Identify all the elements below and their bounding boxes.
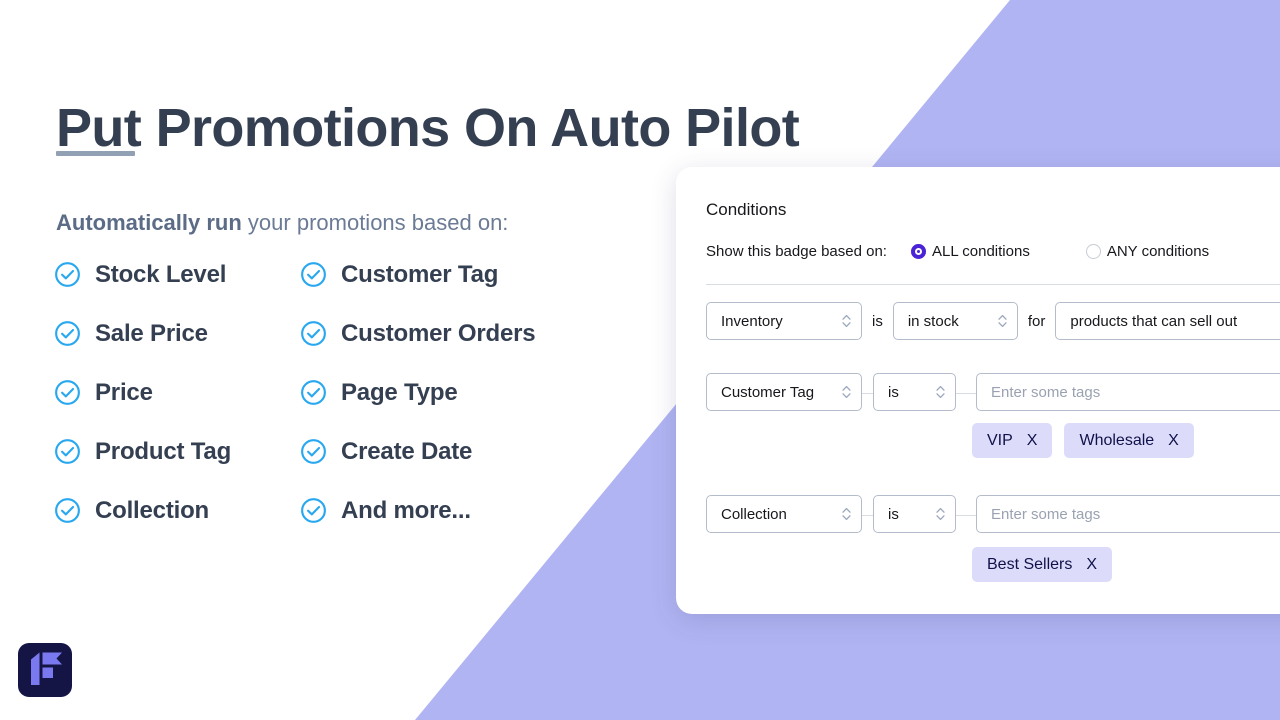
feature-item-customer-orders: Customer Orders [300,314,536,353]
app-logo-icon [18,643,72,697]
chevron-updown-icon [998,314,1007,328]
condition-subject-value-1: Inventory [721,312,783,330]
check-circle-icon [301,439,326,464]
feature-item-collection: Collection [54,491,300,530]
condition-tags-input-3[interactable]: Enter some tags [976,495,1280,533]
chevron-updown-icon [936,385,945,399]
condition-scope-value-1: products that can sell out [1070,312,1238,330]
badge-basis-label: Show this badge based on: [706,243,887,260]
feature-item-customer-tag: Customer Tag [300,255,535,294]
feature-list: Stock Level Customer Tag Sale Price Cust… [54,255,536,530]
condition-tags-placeholder-2: Enter some tags [991,383,1101,401]
subtitle-rest: your promotions based on: [241,210,509,235]
card-divider [706,284,1280,285]
condition-subject-value-3: Collection [721,505,787,523]
tag-chip-best-sellers[interactable]: Best Sellers X [972,547,1113,582]
tag-chip-label: Wholesale [1079,431,1155,449]
tag-chip-vip[interactable]: VIP X [972,423,1053,458]
check-circle-icon [55,380,80,405]
condition-operator-value-3: is [888,505,899,523]
condition-subject-value-2: Customer Tag [721,383,815,401]
feature-item-price: Price [54,373,300,412]
feature-item-stock-level: Stock Level [54,255,300,294]
condition-row-inventory: Inventory is in stock for products that … [706,302,1280,340]
card-title: Conditions [706,200,787,219]
subtitle-strong: Automatically run [56,210,242,235]
feature-label: Stock Level [95,260,227,288]
condition-tags-placeholder-3: Enter some tags [991,505,1101,523]
tag-remove-icon[interactable]: X [1086,556,1097,574]
feature-label: Customer Orders [341,319,536,347]
page-title: Put Promotions On Auto Pilot [56,98,800,159]
feature-label: Page Type [341,378,458,406]
chevron-updown-icon [842,385,851,399]
check-circle-icon [55,262,80,287]
condition-subject-select-1[interactable]: Inventory [706,302,862,340]
check-circle-icon [301,321,326,346]
condition-scope-field-1[interactable]: products that can sell out [1055,302,1280,340]
radio-button-all-conditions[interactable] [910,244,926,259]
check-circle-icon [55,439,80,464]
feature-item-product-tag: Product Tag [54,432,300,471]
chevron-updown-icon [842,314,851,328]
check-circle-icon [301,380,326,405]
condition-row-collection: Collection is Enter some tags [706,495,1280,533]
condition-row-customer-tag: Customer Tag is Enter some tags [706,373,1280,411]
condition-operator-value-2: is [888,383,899,401]
condition-operator-label-1: is [872,312,883,330]
check-circle-icon [301,262,326,287]
feature-label: Collection [95,496,210,524]
chevron-updown-icon [936,507,945,521]
feature-label: Product Tag [95,437,232,465]
tag-list-collection: Best Sellers X [972,547,1113,582]
tag-chip-wholesale[interactable]: Wholesale X [1064,423,1194,458]
radio-label-all-conditions: ALL conditions [931,243,1030,260]
feature-label: Price [95,378,153,406]
hero-section: Put Promotions On Auto Pilot Automatical… [0,0,800,720]
feature-item-create-date: Create Date [300,432,535,471]
conditions-card: Conditions Show this badge based on: ALL… [676,167,1280,614]
condition-subject-select-2[interactable]: Customer Tag [706,373,862,411]
check-circle-icon [301,498,326,523]
feature-label: Sale Price [95,319,208,347]
chevron-updown-icon [842,507,851,521]
feature-label: And more... [341,496,471,524]
feature-item-page-type: Page Type [300,373,535,412]
condition-operator-select-2[interactable]: is [873,373,956,411]
condition-subject-select-3[interactable]: Collection [706,495,862,533]
radio-button-any-conditions[interactable] [1085,244,1101,259]
condition-value-select-1[interactable]: in stock [892,302,1018,340]
tag-list-customer-tag: VIP X Wholesale X [972,423,1194,458]
condition-value-1: in stock [907,312,959,330]
condition-tags-input-2[interactable]: Enter some tags [976,373,1280,411]
tag-remove-icon[interactable]: X [1168,432,1179,450]
radio-option-any-conditions[interactable]: ANY conditions [1085,243,1210,260]
subtitle: Automatically run your promotions based … [56,209,508,238]
condition-connector-label-1: for [1027,312,1046,330]
title-underline-rule [56,151,135,156]
tag-chip-label: Best Sellers [987,555,1073,573]
tag-chip-label: VIP [987,431,1013,449]
feature-item-and-more: And more... [300,491,535,530]
check-circle-icon [55,321,80,346]
check-circle-icon [55,498,80,523]
tag-remove-icon[interactable]: X [1027,432,1038,450]
radio-option-all-conditions[interactable]: ALL conditions [910,243,1030,260]
feature-label: Customer Tag [341,260,499,288]
radio-label-any-conditions: ANY conditions [1106,243,1210,260]
feature-label: Create Date [341,437,473,465]
condition-operator-select-3[interactable]: is [873,495,956,533]
feature-item-sale-price: Sale Price [54,314,300,353]
badge-basis-row: Show this badge based on: ALL conditions… [706,243,1209,260]
